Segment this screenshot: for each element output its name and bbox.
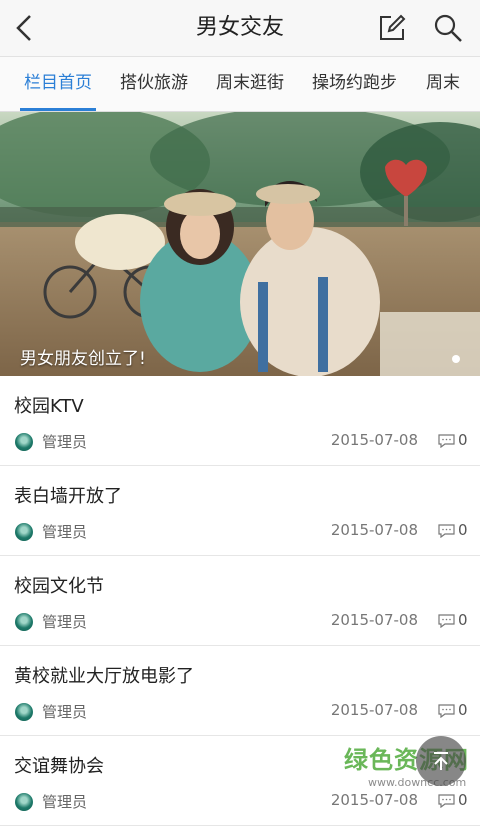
post-title: 表白墙开放了 bbox=[14, 486, 122, 507]
comment-count: 0 bbox=[458, 611, 468, 629]
comment-count: 0 bbox=[458, 431, 468, 449]
avatar bbox=[15, 523, 33, 541]
category-tabs: 栏目首页 搭伙旅游 周末逛街 操场约跑步 周末 bbox=[0, 57, 480, 112]
tab-running[interactable]: 操场约跑步 bbox=[312, 57, 397, 111]
carousel-indicator bbox=[452, 355, 460, 363]
arrow-up-icon bbox=[434, 752, 448, 770]
comment-count: 0 bbox=[458, 521, 468, 539]
post-title: 交谊舞协会 bbox=[14, 756, 104, 777]
post-title: 黄校就业大厅放电影了 bbox=[14, 666, 194, 687]
post-author: 管理员 bbox=[42, 793, 88, 811]
post-title: 校园KTV bbox=[14, 396, 84, 417]
comment-icon bbox=[438, 524, 455, 538]
post-author: 管理员 bbox=[42, 433, 88, 451]
tab-travel[interactable]: 搭伙旅游 bbox=[120, 57, 188, 111]
post-date: 2015-07-08 bbox=[330, 611, 418, 629]
avatar bbox=[15, 703, 33, 721]
comment-icon bbox=[438, 704, 455, 718]
list-item[interactable]: 黄校就业大厅放电影了 管理员 2015-07-08 0 bbox=[0, 646, 480, 736]
search-icon bbox=[434, 14, 462, 42]
banner-image bbox=[0, 112, 480, 376]
tab-home[interactable]: 栏目首页 bbox=[20, 57, 96, 111]
list-item[interactable]: 校园KTV 管理员 2015-07-08 0 bbox=[0, 376, 480, 466]
compose-icon bbox=[380, 14, 406, 40]
post-author: 管理员 bbox=[42, 703, 88, 721]
comment-icon bbox=[438, 434, 455, 448]
avatar bbox=[15, 793, 33, 811]
post-date: 2015-07-08 bbox=[330, 431, 418, 449]
comment-count: 0 bbox=[458, 701, 468, 719]
tab-shopping[interactable]: 周末逛街 bbox=[216, 57, 284, 111]
scroll-top-button[interactable] bbox=[416, 736, 466, 786]
list-item[interactable]: 表白墙开放了 管理员 2015-07-08 0 bbox=[0, 466, 480, 556]
search-button[interactable] bbox=[428, 8, 468, 48]
comment-icon bbox=[438, 614, 455, 628]
post-date: 2015-07-08 bbox=[330, 701, 418, 719]
post-date: 2015-07-08 bbox=[330, 521, 418, 539]
banner-carousel[interactable]: 男女朋友创立了! bbox=[0, 112, 480, 376]
tabs-fade bbox=[456, 57, 480, 111]
top-bar: 男女交友 bbox=[0, 0, 480, 57]
compose-button[interactable] bbox=[372, 8, 412, 48]
post-title: 校园文化节 bbox=[14, 576, 104, 597]
post-author: 管理员 bbox=[42, 613, 88, 631]
banner-caption: 男女朋友创立了! bbox=[20, 349, 146, 369]
avatar bbox=[15, 433, 33, 451]
post-author: 管理员 bbox=[42, 523, 88, 541]
avatar bbox=[15, 613, 33, 631]
tab-weekend[interactable]: 周末 bbox=[426, 57, 460, 111]
list-item[interactable]: 校园文化节 管理员 2015-07-08 0 bbox=[0, 556, 480, 646]
